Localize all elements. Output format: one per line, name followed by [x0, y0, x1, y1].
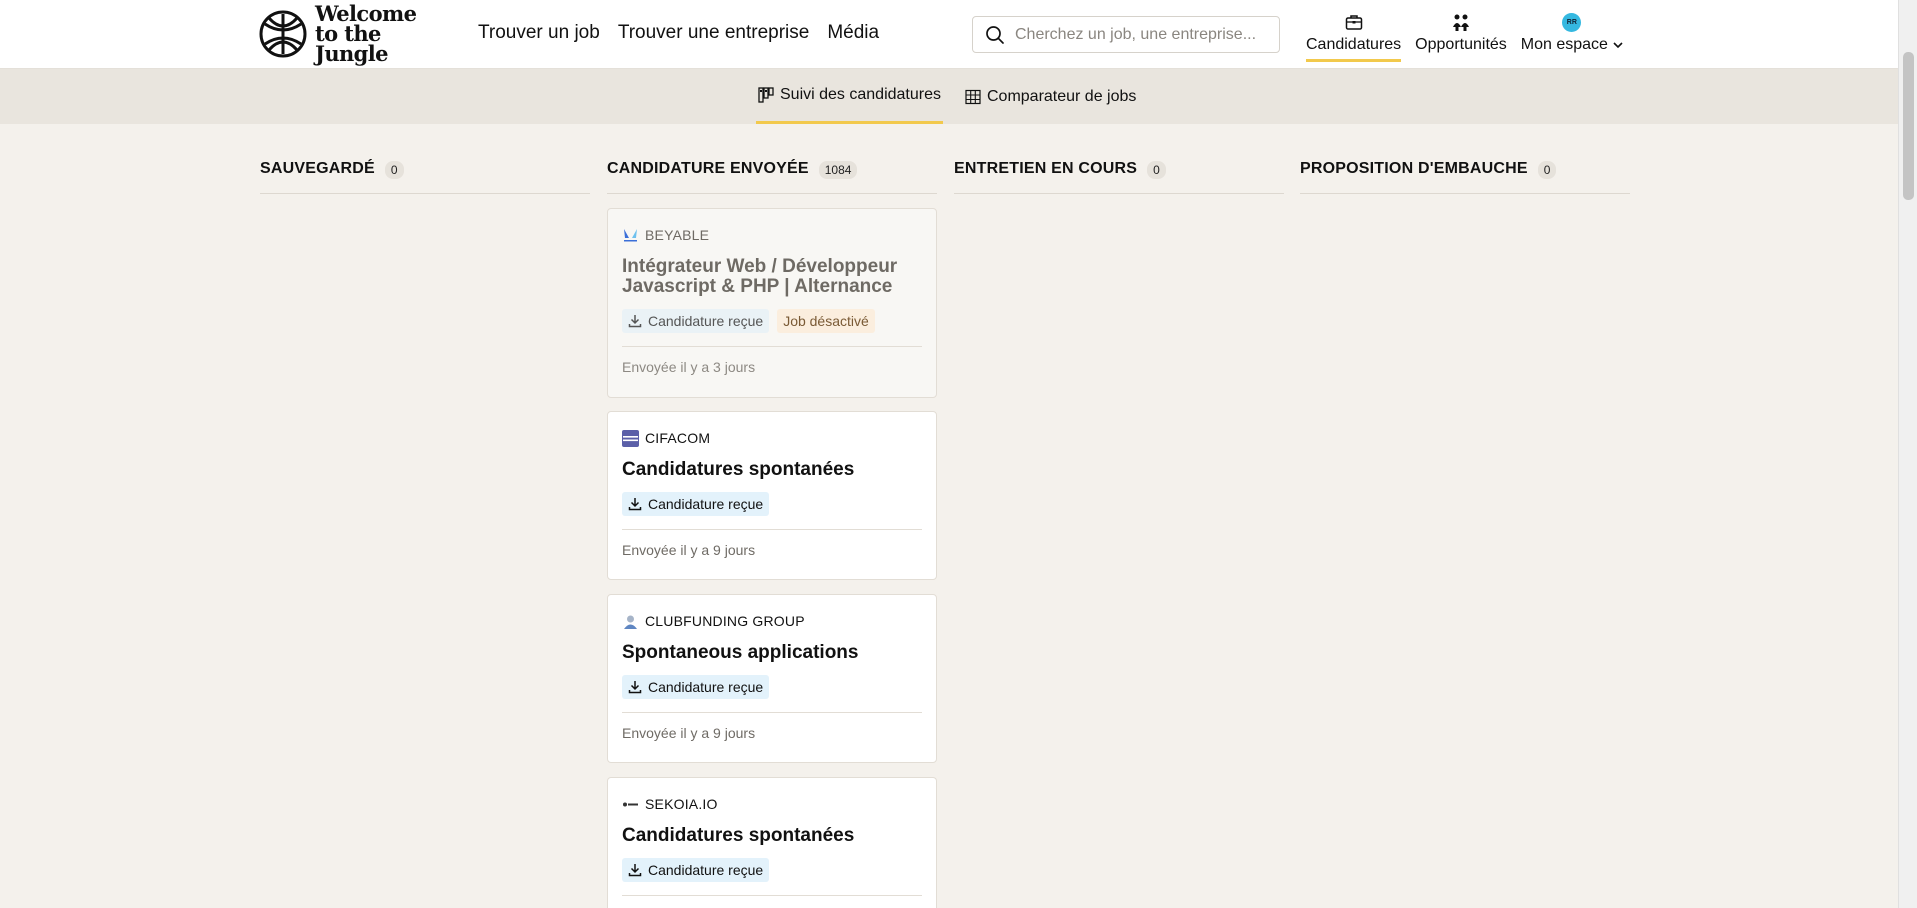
- nav-candidatures[interactable]: Candidatures: [1306, 12, 1402, 62]
- company-logo: [622, 613, 639, 630]
- tab-suivi-label: Suivi des candidatures: [780, 86, 941, 103]
- column-entretien-en-cours: Entretien en cours 0: [954, 158, 1284, 194]
- main-nav: Trouver un job Trouver une entreprise Mé…: [478, 20, 879, 46]
- download-icon: [628, 681, 642, 694]
- search-box[interactable]: [972, 16, 1280, 53]
- column-count: 0: [384, 161, 404, 179]
- page-scrollbar[interactable]: [1898, 0, 1917, 908]
- column-proposition-embauche: Proposition d'embauche 0: [1300, 158, 1630, 194]
- download-icon: [628, 315, 642, 328]
- nav-find-job[interactable]: Trouver un job: [478, 20, 600, 46]
- search-icon: [986, 25, 1004, 44]
- brand-wordmark: Welcome to the Jungle: [315, 3, 455, 66]
- column-title: Entretien en cours: [954, 160, 1138, 177]
- nav-media[interactable]: Média: [827, 20, 879, 46]
- company-logo: [622, 429, 639, 447]
- status-badge: Candidature reçue: [622, 858, 770, 882]
- job-title[interactable]: Candidatures spontanées: [622, 460, 922, 480]
- nav-find-company[interactable]: Trouver une entreprise: [618, 20, 810, 46]
- jungle-logo-icon: [259, 10, 307, 58]
- sent-date: Envoyée il y a 3 jours: [622, 359, 756, 375]
- nav-opportunites[interactable]: Opportunités: [1415, 12, 1507, 62]
- column-count: 0: [1147, 161, 1166, 179]
- user-nav: Candidatures Opportunités RR Mon espace: [1300, 12, 1637, 62]
- job-title[interactable]: Intégrateur Web / Développeur Javascript…: [622, 257, 922, 297]
- company-logo: [622, 227, 639, 244]
- people-icon: [1452, 14, 1469, 31]
- top-navigation-bar: Welcome to the Jungle Trouver un job Tro…: [0, 0, 1898, 69]
- tab-comparateur-label: Comparateur de jobs: [986, 87, 1137, 105]
- application-card[interactable]: SEKOIA.IO Candidatures spontanées Candid…: [607, 777, 937, 908]
- grid-icon: [965, 89, 981, 104]
- nav-mon-espace-label: Mon espace: [1520, 36, 1608, 53]
- status-badge: Candidature reçue: [622, 675, 770, 699]
- card-divider: [622, 529, 922, 530]
- company-logo: [622, 796, 639, 813]
- status-text: Candidature reçue: [648, 679, 764, 695]
- application-card[interactable]: CIFACOM Candidatures spontanées Candidat…: [607, 411, 937, 580]
- application-card[interactable]: CLUBFUNDING GROUP Spontaneous applicatio…: [607, 594, 937, 763]
- download-icon: [628, 498, 642, 511]
- sub-navigation-bar: Suivi des candidatures Comparateur de jo…: [0, 69, 1898, 124]
- card-divider: [622, 712, 922, 713]
- status-text: Candidature reçue: [648, 862, 764, 878]
- sent-date: Envoyée il y a 9 jours: [622, 542, 756, 558]
- avatar: RR: [1562, 12, 1582, 32]
- tab-comparateur-jobs[interactable]: Comparateur de jobs: [963, 69, 1138, 124]
- nav-mon-espace[interactable]: RR Mon espace: [1521, 12, 1623, 62]
- download-icon: [628, 864, 642, 877]
- column-title: Proposition d'embauche: [1300, 160, 1528, 177]
- status-badge: Candidature reçue: [622, 492, 770, 516]
- job-title[interactable]: Candidatures spontanées: [622, 826, 922, 846]
- brand-line-2: to the Jungle: [315, 21, 389, 66]
- company-name: BEYABLE: [645, 227, 710, 243]
- company-name: CLUBFUNDING GROUP: [645, 613, 805, 629]
- status-text: Candidature reçue: [648, 496, 764, 512]
- status-text: Candidature reçue: [648, 313, 764, 329]
- company-name: SEKOIA.IO: [645, 796, 718, 812]
- card-divider: [622, 895, 922, 896]
- nav-opportunites-label: Opportunités: [1415, 36, 1507, 53]
- column-count: 1084: [818, 161, 858, 179]
- column-candidature-envoyee: Candidature envoyée 1084 BEYABLE Intégra…: [607, 158, 937, 908]
- column-title: Sauvegardé: [260, 160, 375, 177]
- column-title: Candidature envoyée: [607, 160, 809, 177]
- sent-date: Envoyée il y a 9 jours: [622, 725, 756, 741]
- column-sauvegarde: Sauvegardé 0: [260, 158, 590, 194]
- search-input[interactable]: [1015, 25, 1275, 44]
- card-divider: [622, 346, 922, 347]
- job-title[interactable]: Spontaneous applications: [622, 643, 922, 663]
- briefcase-icon: [1345, 14, 1362, 30]
- kanban-icon: [758, 87, 774, 103]
- company-name: CIFACOM: [645, 430, 711, 446]
- status-badge: Candidature reçue: [622, 309, 770, 333]
- column-count: 0: [1537, 161, 1557, 179]
- brand-logo[interactable]: Welcome to the Jungle: [259, 3, 455, 64]
- nav-candidatures-label: Candidatures: [1306, 36, 1402, 53]
- job-disabled-badge: Job désactivé: [777, 309, 875, 333]
- tab-suivi-candidatures[interactable]: Suivi des candidatures: [756, 69, 943, 124]
- chevron-down-icon: [1613, 41, 1623, 48]
- application-card[interactable]: BEYABLE Intégrateur Web / Développeur Ja…: [607, 208, 937, 398]
- scrollbar-thumb[interactable]: [1903, 52, 1914, 200]
